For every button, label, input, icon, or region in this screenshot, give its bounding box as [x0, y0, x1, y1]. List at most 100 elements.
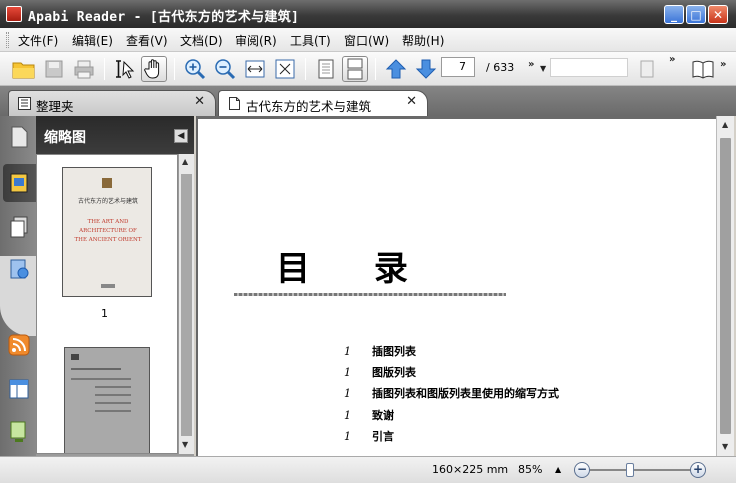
- book-icon: [692, 60, 714, 79]
- thumbnail-scroll-thumb[interactable]: [181, 174, 192, 436]
- zoom-level-label: 85%: [518, 463, 543, 476]
- cover-publisher-mark: [101, 284, 115, 288]
- thumbnail-page-2[interactable]: [64, 347, 150, 453]
- minimize-button[interactable]: _: [664, 5, 684, 24]
- thumbnail-page-1[interactable]: 古代东方的艺术与建筑 THE ART AND ARCHITECTURE OF T…: [62, 167, 152, 297]
- toolbar-separator: [305, 58, 306, 80]
- toc-entry-text: 图版列表: [372, 366, 416, 379]
- scroll-down-icon[interactable]: ▼: [182, 440, 188, 449]
- menu-document[interactable]: 文档(D): [180, 32, 223, 49]
- fit-width-button[interactable]: [242, 56, 268, 82]
- tab-close-icon[interactable]: ✕: [194, 94, 205, 109]
- single-page-icon: [318, 59, 334, 79]
- media-icon: [10, 259, 29, 279]
- zoom-out-status-button[interactable]: −: [574, 462, 590, 478]
- fit-width-icon: [245, 60, 265, 78]
- toc-entry: 1 图版列表: [344, 364, 416, 380]
- cover-title: 古代东方的艺术与建筑: [77, 198, 138, 205]
- document-scroll-thumb[interactable]: [720, 138, 731, 434]
- menu-help[interactable]: 帮助(H): [402, 32, 444, 49]
- find-button[interactable]: [634, 56, 660, 82]
- page-text-line: [95, 386, 131, 388]
- rail-layers-button[interactable]: [6, 214, 32, 240]
- select-text-button[interactable]: [112, 56, 138, 82]
- toc-entry-number: 1: [344, 345, 351, 358]
- rail-pages-button[interactable]: [6, 124, 32, 150]
- tab-close-icon[interactable]: ✕: [406, 94, 417, 109]
- next-page-button[interactable]: [413, 56, 439, 82]
- zoom-slider-track[interactable]: [590, 469, 698, 471]
- tab-document[interactable]: 古代东方的艺术与建筑 ✕: [218, 90, 428, 116]
- menu-grip-icon[interactable]: [6, 32, 9, 48]
- toc-entry-number: 1: [344, 430, 351, 443]
- menu-edit[interactable]: 编辑(E): [72, 32, 113, 49]
- rail-media-button[interactable]: [6, 256, 32, 282]
- zoom-menu-icon[interactable]: ▲: [555, 465, 561, 474]
- rss-icon: [8, 334, 30, 356]
- single-page-button[interactable]: [313, 56, 339, 82]
- rail-thumbnails-button[interactable]: [3, 164, 36, 202]
- menu-window[interactable]: 窗口(W): [344, 32, 389, 49]
- document-page-view[interactable]: 目 录 1 插图列表 1 图版列表 1 插图列表和图版列表里使用的缩写方式 1 致谢 1…: [196, 116, 716, 456]
- scroll-up-icon[interactable]: ▲: [182, 157, 188, 166]
- menu-view[interactable]: 查看(V): [126, 32, 168, 49]
- collapse-panel-button[interactable]: ◀: [174, 129, 188, 143]
- search-dropdown-icon[interactable]: ▼: [540, 64, 546, 73]
- maximize-button[interactable]: □: [686, 5, 706, 24]
- toc-entry-text: 插图列表: [372, 345, 416, 358]
- fit-page-icon: [275, 59, 295, 79]
- menu-file[interactable]: 文件(F): [18, 32, 58, 49]
- document-scrollbar[interactable]: ▲ ▼: [716, 116, 734, 456]
- search-input[interactable]: [550, 58, 628, 77]
- document-tab-icon: [229, 97, 240, 110]
- menu-review[interactable]: 审阅(R): [235, 32, 277, 49]
- zoom-in-status-button[interactable]: +: [690, 462, 706, 478]
- fit-page-button[interactable]: [272, 56, 298, 82]
- text-cursor-icon: [116, 60, 135, 79]
- page-number-input[interactable]: 7: [441, 57, 475, 77]
- thumbnail-panel-title: 缩略图: [44, 130, 86, 146]
- menu-tools[interactable]: 工具(T): [290, 32, 331, 49]
- continuous-page-icon: [347, 58, 363, 80]
- bookshelf-button[interactable]: [690, 56, 716, 82]
- publisher-logo: [102, 178, 112, 188]
- toolbar-overflow-3[interactable]: »: [720, 59, 726, 70]
- rail-rss-button[interactable]: [6, 332, 32, 358]
- toc-heading: 目 录: [276, 249, 434, 289]
- toc-entry-text: 插图列表和图版列表里使用的缩写方式: [372, 387, 559, 400]
- page-text-line: [95, 402, 131, 404]
- toolbar-separator: [104, 58, 105, 80]
- scroll-up-icon[interactable]: ▲: [722, 120, 728, 129]
- rail-export-button[interactable]: [6, 419, 32, 445]
- toolbar-separator: [174, 58, 175, 80]
- toolbar-overflow-2[interactable]: »: [669, 54, 675, 65]
- thumbnail-scrollbar[interactable]: ▲ ▼: [178, 154, 194, 454]
- thumbnail-panel-header: 缩略图 ◀: [36, 116, 194, 154]
- thumbnail-list: 古代东方的艺术与建筑 THE ART AND ARCHITECTURE OF T…: [36, 154, 178, 454]
- zoom-out-button[interactable]: [212, 56, 238, 82]
- tab-bookshelf[interactable]: 整理夹 ✕: [8, 90, 216, 116]
- hand-tool-button[interactable]: [141, 56, 167, 82]
- scroll-down-icon[interactable]: ▼: [722, 442, 728, 451]
- toolbar-overflow-1[interactable]: »: [528, 59, 534, 70]
- close-window-button[interactable]: ✕: [708, 5, 728, 24]
- save-button[interactable]: [41, 56, 67, 82]
- open-folder-button[interactable]: [11, 56, 37, 82]
- menu-bar: 文件(F) 编辑(E) 查看(V) 文档(D) 审阅(R) 工具(T) 窗口(W…: [0, 28, 736, 52]
- zoom-slider-thumb[interactable]: [626, 463, 634, 477]
- page-text-line: [95, 394, 131, 396]
- toolbar-separator: [375, 58, 376, 80]
- rail-layout-button[interactable]: [6, 376, 32, 402]
- tab-label: 整理夹: [36, 99, 74, 114]
- previous-page-button[interactable]: [383, 56, 409, 82]
- zoom-in-button[interactable]: [182, 56, 208, 82]
- bookshelf-tab-icon: [18, 97, 31, 110]
- page-text-line: [95, 410, 131, 412]
- thumbnail-page-label: 1: [101, 307, 108, 320]
- page-search-icon: [640, 60, 654, 78]
- continuous-page-button[interactable]: [342, 56, 368, 82]
- print-button[interactable]: [71, 56, 97, 82]
- page-size-label: 160×225 mm: [432, 463, 509, 476]
- layers-icon: [10, 216, 28, 238]
- layout-icon: [9, 379, 29, 399]
